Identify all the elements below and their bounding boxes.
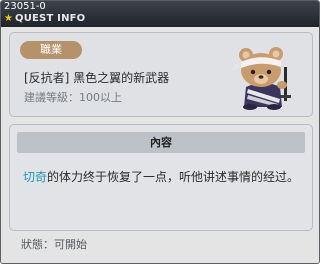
star-icon: ★	[4, 13, 13, 24]
quest-info-window: 23051-0 ★ QUEST INFO 職業 [反抗者] 黑色之翼的新武器 建…	[0, 0, 320, 264]
description-text: 的体力终于恢复了一点，听他讲述事情的经过。	[47, 170, 300, 184]
quest-header-panel: 職業 [反抗者] 黑色之翼的新武器 建議等級：100以上	[9, 32, 313, 117]
window-title: QUEST INFO	[15, 13, 86, 24]
content-header: 內容	[17, 132, 305, 153]
quest-description: 切奇的体力终于恢复了一点，听他讲述事情的经过。	[23, 168, 303, 187]
quest-name: [反抗者] 黑色之翼的新武器	[24, 71, 170, 85]
quest-status: 狀態：可開始	[21, 238, 87, 251]
window-titlebar[interactable]: 23051-0 ★ QUEST INFO	[1, 1, 319, 27]
level-requirement: 建議等級：100以上	[24, 91, 122, 104]
job-badge: 職業	[20, 41, 82, 59]
npc-name-link[interactable]: 切奇	[23, 170, 47, 184]
quest-id: 23051-0	[4, 1, 46, 12]
bear-npc-icon	[232, 47, 291, 110]
